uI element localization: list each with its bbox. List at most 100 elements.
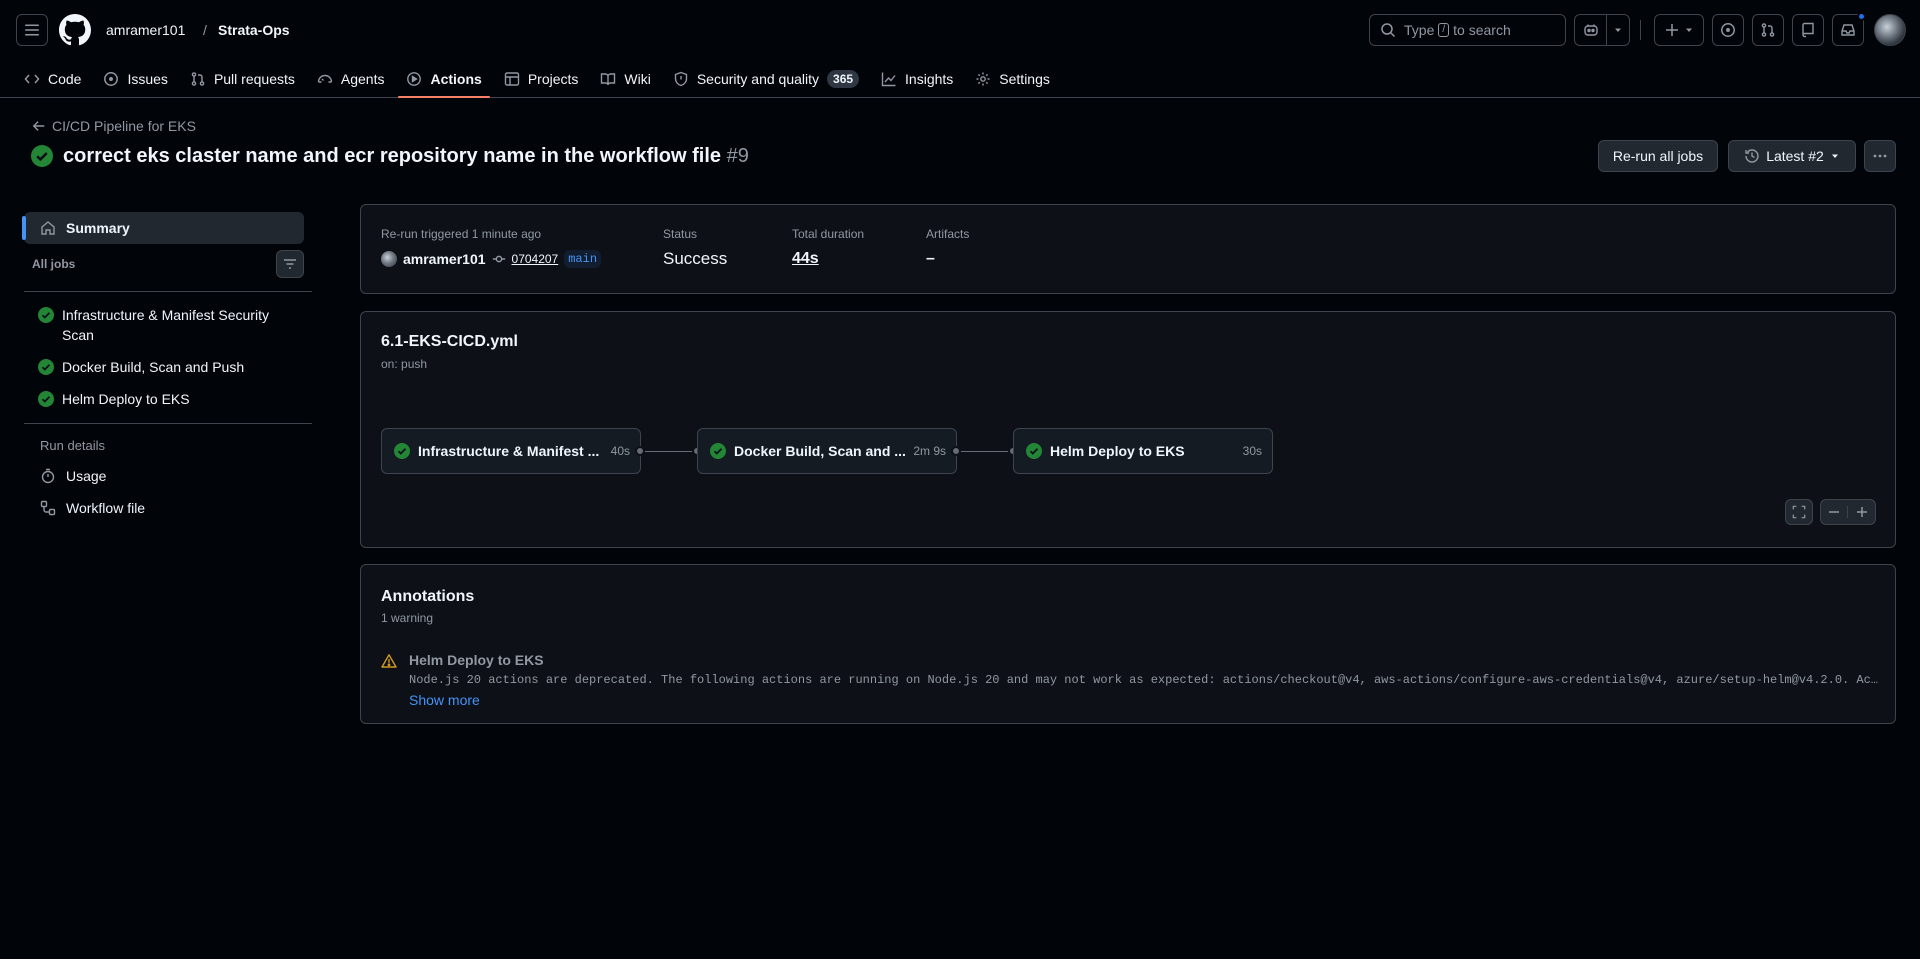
page-title: correct eks claster name and ecr reposit… (63, 143, 749, 169)
sidebar-item-summary[interactable]: Summary (22, 212, 304, 244)
graph-pin (951, 446, 961, 456)
github-logo-icon[interactable] (59, 14, 91, 46)
breadcrumb-owner[interactable]: amramer101 (106, 21, 185, 39)
history-icon (1745, 149, 1759, 163)
tab-label: Actions (430, 71, 482, 87)
plus-icon (1856, 507, 1867, 517)
tab-actions[interactable]: Actions (398, 60, 491, 98)
chevron-down-icon (1831, 154, 1838, 158)
node-label: Docker Build, Scan and ... (734, 443, 906, 459)
annotations-subtitle: 1 warning (381, 611, 434, 625)
user-avatar[interactable] (1874, 14, 1906, 46)
zoom-in-button[interactable] (1848, 506, 1875, 518)
job-label: Helm Deploy to EKS (62, 391, 190, 407)
tab-code[interactable]: Code (16, 60, 89, 98)
breadcrumb-separator: / (203, 22, 207, 38)
back-to-workflow-link[interactable]: CI/CD Pipeline for EKS (32, 118, 196, 134)
graph-pin (635, 446, 645, 456)
check-circle-fill-icon (1026, 443, 1042, 459)
sidebar-item-usage[interactable]: Usage (40, 468, 106, 484)
check-circle-fill-icon (38, 391, 54, 407)
tab-label: Pull requests (213, 71, 295, 87)
actor-link[interactable]: amramer101 (403, 251, 486, 267)
zoom-out-button[interactable] (1821, 506, 1849, 518)
play-icon (407, 72, 422, 86)
fullscreen-button[interactable] (1785, 499, 1813, 525)
copilot-button[interactable] (1574, 14, 1630, 46)
annotation-message: Node.js 20 actions are deprecated. The f… (409, 673, 1879, 687)
tab-security[interactable]: Security and quality 365 (665, 60, 867, 98)
table-icon (504, 72, 520, 86)
run-title: correct eks claster name and ecr reposit… (63, 145, 722, 167)
tab-agents[interactable]: Agents (309, 60, 393, 98)
agent-icon (317, 74, 333, 83)
gear-icon (976, 72, 990, 86)
job-label: Docker Build, Scan and Push (62, 359, 245, 375)
repositories-button[interactable] (1792, 14, 1824, 46)
screen-full-icon (1792, 505, 1806, 519)
graph-node-helm-deploy[interactable]: Helm Deploy to EKS 30s (1013, 428, 1273, 474)
branch-label[interactable]: main (564, 250, 602, 268)
all-jobs-label: All jobs (32, 257, 76, 271)
tab-settings[interactable]: Settings (967, 60, 1058, 98)
show-more-link[interactable]: Show more (409, 692, 480, 708)
node-duration: 2m 9s (913, 444, 946, 458)
tab-insights[interactable]: Insights (873, 60, 961, 98)
tab-projects[interactable]: Projects (496, 60, 587, 98)
duration-value[interactable]: 44s (792, 248, 819, 270)
repo-nav: Code Issues Pull requests Agents Actions… (16, 60, 1064, 98)
repo-icon (1802, 22, 1814, 38)
check-circle-fill-icon (31, 145, 53, 167)
run-summary-panel: Re-run triggered 1 minute ago amramer101… (360, 204, 1896, 294)
copilot-chevron-down-icon[interactable] (1607, 15, 1629, 45)
workflow-icon (40, 500, 56, 516)
rerun-all-jobs-button[interactable]: Re-run all jobs (1598, 140, 1718, 172)
sidebar-job-docker-build[interactable]: Docker Build, Scan and Push (38, 357, 298, 377)
copilot-icon[interactable] (1575, 15, 1607, 45)
search-input[interactable]: Type / to search (1369, 14, 1566, 46)
actor-avatar[interactable] (381, 251, 397, 267)
header-divider (1640, 20, 1641, 40)
kebab-horizontal-icon (1873, 154, 1887, 158)
pull-requests-button[interactable] (1752, 14, 1784, 46)
sidebar-item-workflow-file[interactable]: Workflow file (40, 500, 145, 516)
search-shortcut-key: / (1438, 23, 1450, 37)
menu-button[interactable] (16, 14, 48, 46)
annotations-title: Annotations (381, 588, 475, 605)
attempt-label: Latest #2 (1766, 148, 1824, 164)
sidebar-divider (24, 291, 312, 292)
search-suffix: to search (1453, 22, 1511, 38)
chevron-down-icon (1686, 28, 1692, 32)
breadcrumb-repo[interactable]: Strata-Ops (218, 21, 290, 39)
duration-label: Total duration (792, 227, 865, 241)
more-options-button[interactable] (1864, 140, 1896, 172)
shield-icon (674, 71, 688, 87)
sidebar-job-infrastructure-scan[interactable]: Infrastructure & Manifest Security Scan (38, 305, 298, 345)
filter-jobs-button[interactable] (276, 250, 304, 278)
status-label: Status (663, 227, 698, 241)
issue-opened-icon (1721, 23, 1735, 37)
inbox-icon (1841, 24, 1855, 36)
graph-node-infrastructure-scan[interactable]: Infrastructure & Manifest ... 40s (381, 428, 641, 474)
node-label: Infrastructure & Manifest ... (418, 443, 600, 459)
security-counter: 365 (827, 70, 860, 88)
run-number: #9 (726, 145, 749, 167)
annotation-job-link[interactable]: Helm Deploy to EKS (409, 652, 544, 668)
create-new-button[interactable] (1654, 14, 1704, 46)
hamburger-icon (25, 24, 39, 36)
graph-node-docker-build[interactable]: Docker Build, Scan and ... 2m 9s (697, 428, 957, 474)
tab-pull-requests[interactable]: Pull requests (182, 60, 303, 98)
code-icon (24, 74, 40, 84)
artifacts-label: Artifacts (926, 227, 970, 241)
tab-issues[interactable]: Issues (95, 60, 175, 98)
issues-button[interactable] (1712, 14, 1744, 46)
alert-icon (381, 654, 397, 668)
tab-label: Insights (905, 71, 954, 87)
tab-label: Code (48, 71, 82, 87)
attempt-select-button[interactable]: Latest #2 (1728, 140, 1856, 172)
run-title-row: correct eks claster name and ecr reposit… (31, 143, 749, 169)
tab-wiki[interactable]: Wiki (592, 60, 658, 98)
sidebar-job-helm-deploy[interactable]: Helm Deploy to EKS (38, 389, 298, 409)
commit-link[interactable]: 0704207 (512, 252, 559, 266)
arrow-left-icon (32, 121, 45, 131)
